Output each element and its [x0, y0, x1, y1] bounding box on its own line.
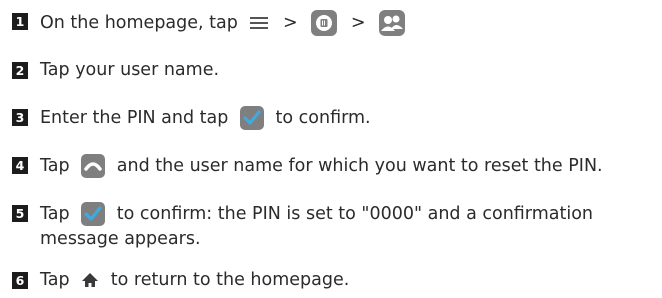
device-settings-icon — [310, 9, 338, 37]
step-number: 6 — [12, 272, 28, 289]
step-text: to return to the homepage. — [110, 270, 350, 290]
menu-icon — [248, 13, 270, 33]
step-text: On the homepage, tap — [40, 13, 238, 33]
step-number: 5 — [12, 205, 28, 222]
step-text: to confirm. — [275, 108, 371, 128]
step-1: 1 On the homepage, tap > > — [12, 9, 411, 37]
step-number: 3 — [12, 109, 28, 126]
instruction-steps: 1 On the homepage, tap > > 2 Tap your us… — [0, 0, 662, 298]
step-number: 4 — [12, 157, 28, 174]
step-text: Tap — [40, 156, 70, 176]
home-icon — [80, 270, 100, 290]
step-3: 3 Enter the PIN and tap to confirm. — [12, 105, 371, 131]
separator: > — [350, 13, 366, 33]
checkmark-icon — [80, 201, 106, 227]
step-5: 5 Tap to confirm: the PIN is set to "000… — [12, 201, 640, 252]
step-text: to confirm: the PIN is set to "0000" and… — [40, 204, 593, 249]
step-number: 1 — [12, 13, 28, 30]
checkmark-icon — [239, 105, 265, 131]
step-text: Tap — [40, 270, 70, 290]
step-number: 2 — [12, 62, 28, 79]
step-text: and the user name for which you want to … — [116, 156, 603, 176]
step-text: Enter the PIN and tap — [40, 108, 229, 128]
reset-pin-icon — [80, 153, 106, 179]
step-4: 4 Tap and the user name for which you wa… — [12, 153, 603, 179]
step-text: Tap your user name. — [40, 60, 220, 80]
step-text: Tap — [40, 204, 70, 224]
step-6: 6 Tap to return to the homepage. — [12, 268, 349, 293]
separator: > — [283, 13, 298, 33]
step-2: 2 Tap your user name. — [12, 58, 219, 83]
users-icon — [378, 9, 406, 37]
